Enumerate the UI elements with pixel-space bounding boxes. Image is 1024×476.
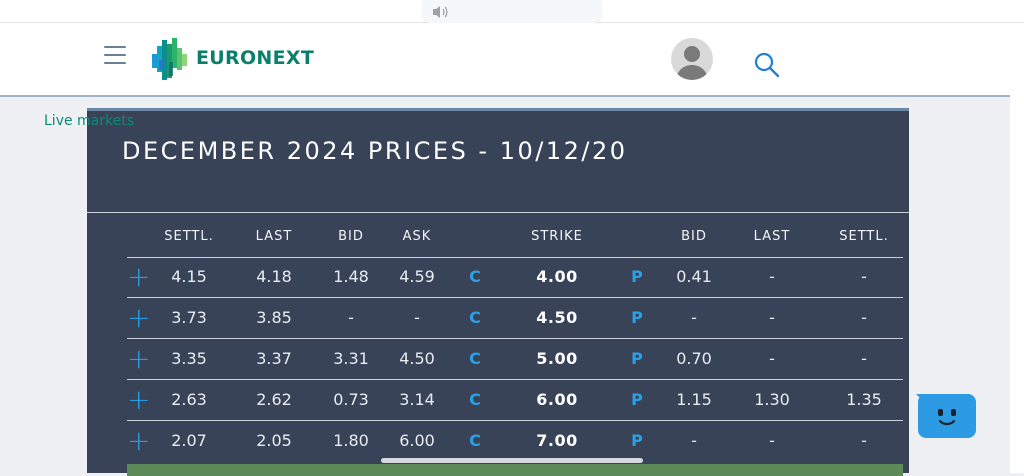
put-bid-cell: 0.41 xyxy=(676,267,712,286)
put-link[interactable]: P xyxy=(625,298,649,338)
put-settl-cell: - xyxy=(861,431,867,450)
call-last-cell: 3.37 xyxy=(256,349,292,368)
strike-cell: 4.00 xyxy=(536,267,578,286)
expand-row-button[interactable]: + xyxy=(127,298,153,338)
header-put-settl: SETTL. xyxy=(839,229,889,244)
put-settl-cell: 1.35 xyxy=(846,390,882,409)
put-bid-cell: 0.70 xyxy=(676,349,712,368)
put-settl-cell: - xyxy=(861,267,867,286)
panel-divider xyxy=(87,212,909,213)
strike-cell: 4.50 xyxy=(536,308,578,327)
strike-cell: 7.00 xyxy=(536,431,578,450)
call-settl-cell: 2.63 xyxy=(171,390,207,409)
expand-row-button[interactable]: + xyxy=(127,421,153,461)
put-settl-cell: - xyxy=(861,349,867,368)
call-link[interactable]: C xyxy=(463,298,487,338)
put-bid-cell: 1.15 xyxy=(676,390,712,409)
put-last-cell: - xyxy=(769,308,775,327)
put-last-cell: - xyxy=(769,267,775,286)
header-call-ask: ASK xyxy=(402,229,432,244)
speaker-icon xyxy=(433,6,448,18)
call-last-cell: 3.85 xyxy=(256,308,292,327)
call-bid-cell: 0.73 xyxy=(333,390,369,409)
put-link[interactable]: P xyxy=(625,257,649,297)
live-markets-link[interactable]: Live markets xyxy=(44,113,134,129)
call-last-cell: 4.18 xyxy=(256,267,292,286)
call-settl-cell: 3.73 xyxy=(171,308,207,327)
call-last-cell: 2.05 xyxy=(256,431,292,450)
expand-row-button[interactable]: + xyxy=(127,257,153,297)
table-row: + 3.35 3.37 3.31 4.50 C 5.00 P 0.70 - - xyxy=(127,339,903,380)
call-bid-cell: 3.31 xyxy=(333,349,369,368)
put-last-cell: - xyxy=(769,349,775,368)
user-avatar-icon[interactable] xyxy=(671,38,713,80)
call-bid-cell: - xyxy=(348,308,354,327)
header-strike: STRIKE xyxy=(531,229,583,244)
table-row: + 2.07 2.05 1.80 6.00 C 7.00 P - - - xyxy=(127,421,903,461)
highlighted-row-edge xyxy=(127,464,903,476)
call-settl-cell: 4.15 xyxy=(171,267,207,286)
hamburger-menu-icon[interactable] xyxy=(104,46,126,64)
header-call-last: LAST xyxy=(255,229,293,244)
put-settl-cell: - xyxy=(861,308,867,327)
expand-row-button[interactable]: + xyxy=(127,380,153,420)
call-last-cell: 2.62 xyxy=(256,390,292,409)
audio-indicator xyxy=(423,0,601,24)
put-link[interactable]: P xyxy=(625,339,649,379)
call-ask-cell: 6.00 xyxy=(399,431,435,450)
table-header: SETTL. LAST BID ASK STRIKE BID LAST SETT… xyxy=(127,216,903,258)
call-link[interactable]: C xyxy=(463,339,487,379)
table-row: + 2.63 2.62 0.73 3.14 C 6.00 P 1.15 1.30… xyxy=(127,380,903,421)
strike-cell: 5.00 xyxy=(536,349,578,368)
header-call-bid: BID xyxy=(338,229,364,244)
call-ask-cell: 3.14 xyxy=(399,390,435,409)
call-link[interactable]: C xyxy=(463,380,487,420)
horizontal-scrollbar[interactable] xyxy=(381,458,643,463)
search-icon[interactable] xyxy=(752,50,782,80)
call-settl-cell: 3.35 xyxy=(171,349,207,368)
page-title: DECEMBER 2024 PRICES - 10/12/20 xyxy=(122,137,628,165)
strike-cell: 6.00 xyxy=(536,390,578,409)
expand-row-button[interactable]: + xyxy=(127,339,153,379)
header-put-last: LAST xyxy=(753,229,791,244)
euronext-logo-icon[interactable] xyxy=(151,38,191,86)
chat-bot-icon[interactable] xyxy=(916,394,976,438)
put-link[interactable]: P xyxy=(625,380,649,420)
header-call-settl: SETTL. xyxy=(164,229,214,244)
table-row: + 4.15 4.18 1.48 4.59 C 4.00 P 0.41 - - xyxy=(127,257,903,298)
put-bid-cell: - xyxy=(691,431,697,450)
put-link[interactable]: P xyxy=(625,421,649,461)
page-gutter xyxy=(1010,23,1024,473)
put-last-cell: - xyxy=(769,431,775,450)
table-row: + 3.73 3.85 - - C 4.50 P - - - xyxy=(127,298,903,339)
call-bid-cell: 1.80 xyxy=(333,431,369,450)
call-ask-cell: 4.59 xyxy=(399,267,435,286)
header-put-bid: BID xyxy=(681,229,707,244)
call-link[interactable]: C xyxy=(463,421,487,461)
put-last-cell: 1.30 xyxy=(754,390,790,409)
call-settl-cell: 2.07 xyxy=(171,431,207,450)
put-bid-cell: - xyxy=(691,308,697,327)
call-link[interactable]: C xyxy=(463,257,487,297)
call-bid-cell: 1.48 xyxy=(333,267,369,286)
prices-panel: DECEMBER 2024 PRICES - 10/12/20 SETTL. L… xyxy=(87,108,909,476)
brand-name[interactable]: EURONEXT xyxy=(196,47,314,69)
call-ask-cell: - xyxy=(414,308,420,327)
call-ask-cell: 4.50 xyxy=(399,349,435,368)
